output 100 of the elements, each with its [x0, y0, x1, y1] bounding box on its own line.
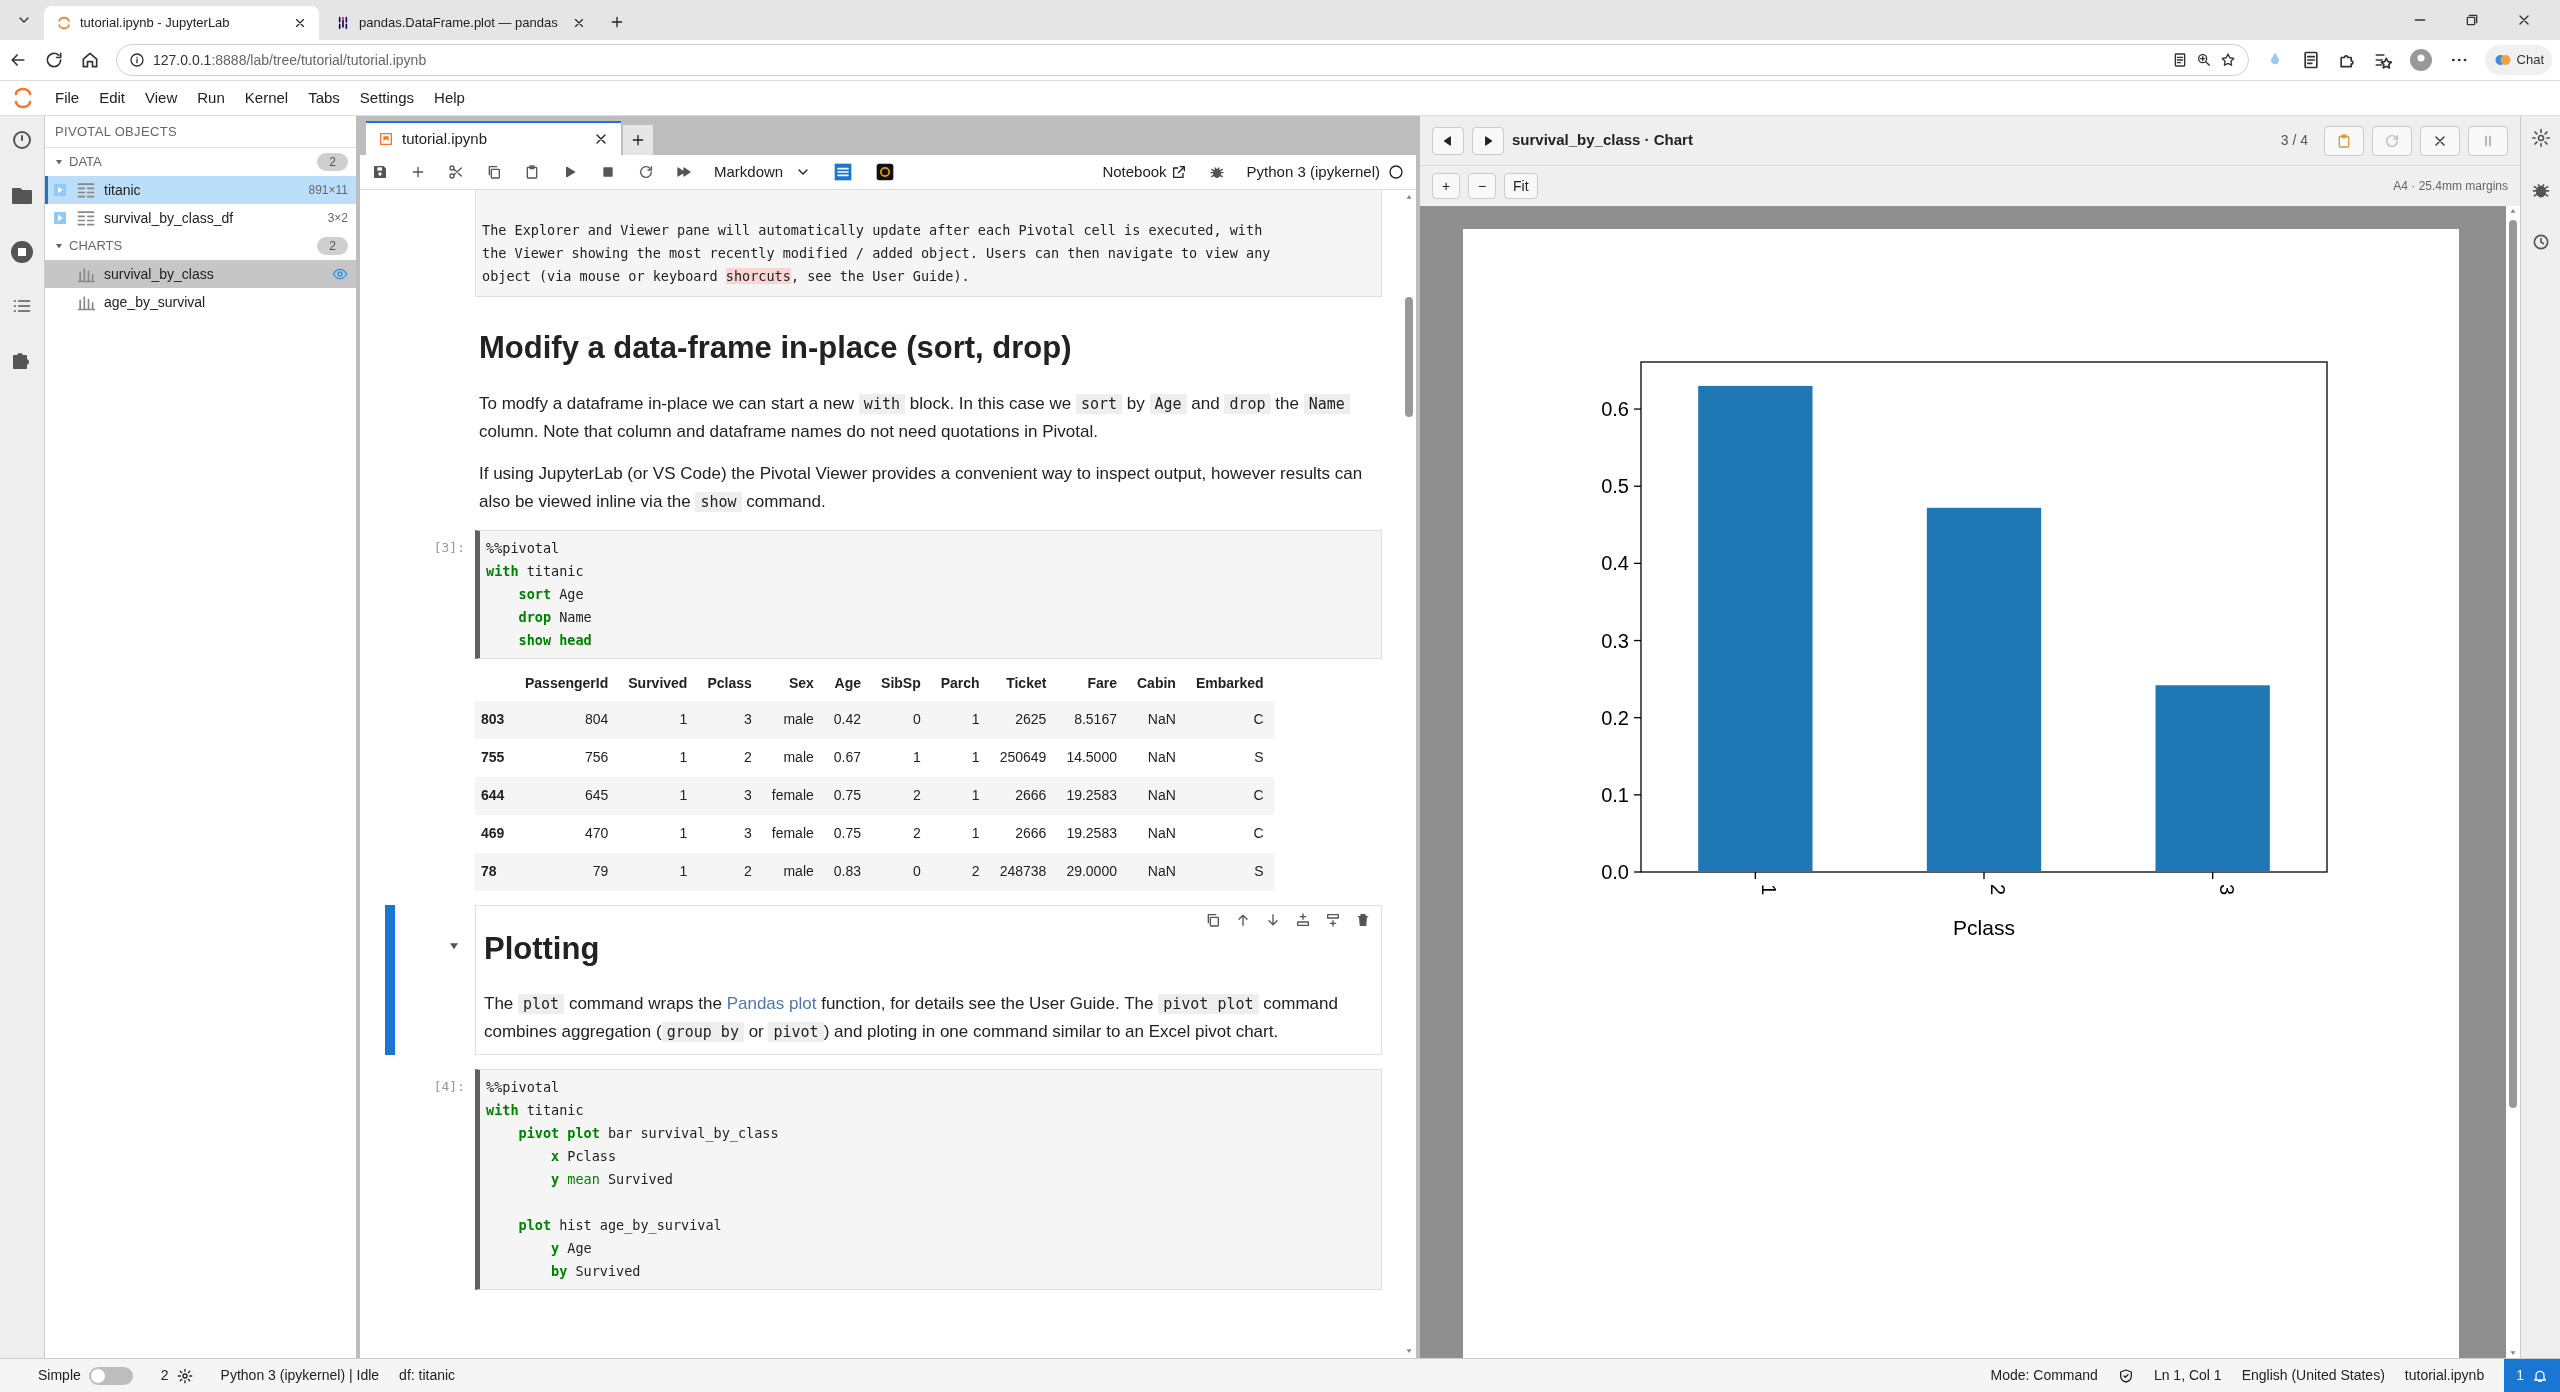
table-cell: 645 [515, 776, 619, 815]
column-header: Cabin [1136, 674, 1177, 693]
tick-label: 3 [2215, 884, 2238, 896]
table-cell: male [761, 700, 824, 739]
table-cell: 3 [697, 776, 762, 815]
table-cell: S [1185, 852, 1274, 891]
section-header[interactable]: CHARTS 2 [45, 232, 356, 260]
table-cell: 756 [515, 738, 619, 777]
browser-tab[interactable]: tutorial.ipynb - JupyterLab [44, 6, 319, 40]
menu-item[interactable]: Tabs [298, 81, 350, 115]
page-counter: 3 / 4 [2280, 131, 2308, 150]
table-cell: 804 [515, 700, 619, 739]
code-cell[interactable]: %%pivotal with titanic pivot plot bar survival_by_class x Pclass y mean Survived plot hist age_by_survival y Age by Survived [475, 1069, 1382, 1290]
zoom-button[interactable]: − [1468, 173, 1496, 199]
size-label: 3×2 [327, 210, 348, 227]
table-cell: 2666 [989, 776, 1057, 815]
code-cell[interactable]: %%pivotal with titanic sort Age drop Name show head [475, 529, 1382, 659]
column-header: Ticket [1005, 674, 1048, 693]
axis-label: Pclass [1953, 916, 2015, 939]
table-cell: 8.5167 [1056, 700, 1127, 739]
table-cell: 1 [871, 738, 931, 777]
table-cell: NaN [1127, 814, 1186, 853]
table-cell: 2666 [989, 814, 1057, 853]
table-cell: C [1185, 700, 1274, 739]
menu-item[interactable]: Help [424, 81, 475, 115]
tick-label: 1 [1758, 884, 1781, 896]
viewer-title: survival_by_class · Chart [1512, 130, 1693, 151]
row-index: 469 [475, 814, 515, 853]
table-cell: 2 [871, 814, 931, 853]
table-cell: NaN [1127, 738, 1186, 777]
kernel-status[interactable]: Python 3 (ipykernel) | Idle [220, 1365, 380, 1386]
panel-title: PIVOTAL OBJECTS [45, 116, 356, 148]
row-index: 755 [475, 738, 515, 777]
table-cell: 2 [871, 776, 931, 815]
table-cell: 14.5000 [1056, 738, 1127, 777]
object-item[interactable]: age_by_survival [45, 288, 356, 316]
object-item[interactable]: survival_by_class_df 3×2 [45, 204, 356, 232]
column-header: Embarked [1194, 674, 1265, 693]
table-cell: female [761, 814, 824, 853]
notebook-tab[interactable]: tutorial.ipynb [366, 121, 621, 155]
url-text: 127.0.0.1:8888/lab/tree/tutorial/tutorial.ipynb [153, 50, 427, 70]
table-cell: 1 [618, 814, 698, 853]
object-item[interactable]: survival_by_class [45, 260, 356, 288]
browser-tab[interactable]: pandas.DataFrame.plot — pandas [323, 6, 598, 40]
table-cell: 1 [930, 700, 990, 739]
cell-type-dropdown[interactable]: Markdown [714, 160, 812, 184]
cursor-position[interactable]: Ln 1, Col 1 [2153, 1365, 2222, 1386]
pandas-plot-link[interactable]: Pandas plot [726, 994, 817, 1013]
table-cell: 1 [930, 814, 990, 853]
column-header: Age [833, 674, 863, 693]
tab-title: pandas.DataFrame.plot — pandas [359, 14, 559, 33]
notification-button[interactable]: 1 [2504, 1359, 2560, 1392]
table-cell: 1 [618, 700, 698, 739]
table-cell: 2 [697, 738, 762, 777]
table-cell: 0 [871, 700, 931, 739]
column-header: Sex [787, 674, 815, 693]
zoom-button[interactable]: Fit [1504, 173, 1538, 199]
table-cell: NaN [1127, 852, 1186, 891]
notebook-button[interactable]: Notebook [1102, 160, 1187, 184]
table-cell: 0.75 [823, 776, 872, 815]
row-index: 803 [475, 700, 515, 739]
menu-item[interactable]: Settings [349, 81, 425, 115]
object-item[interactable]: titanic 891×11 [45, 176, 356, 204]
menu-item[interactable]: View [135, 81, 188, 115]
table-cell: 470 [515, 814, 619, 853]
table-cell: 1 [618, 852, 698, 891]
chat-button[interactable]: Chat [2484, 45, 2552, 75]
column-header: PassengerId [524, 674, 610, 693]
section-heading: Plotting [483, 929, 601, 968]
menu-item[interactable]: Kernel [234, 81, 299, 115]
table-cell: male [761, 738, 824, 777]
terminal-count[interactable]: 2 [160, 1365, 169, 1386]
section-header[interactable]: DATA 2 [45, 148, 356, 176]
table-cell: 2625 [989, 700, 1057, 739]
tick-label: 0.4 [1601, 552, 1629, 575]
menu-item[interactable]: Run [187, 81, 235, 115]
table-cell: C [1185, 814, 1274, 853]
paragraph: To modfy a dataframe in-place we can start a new with block. In this case we sort by Age and drop the Name column. Note that column and dataframe names do not need quotations in Pivotal. [475, 389, 1382, 446]
kernel-button[interactable]: Python 3 (ipykernel) [1246, 160, 1404, 184]
table-cell: 0.42 [823, 700, 872, 739]
column-header: SibSp [880, 674, 922, 693]
table-cell: 1 [618, 738, 698, 777]
table-cell: 29.0000 [1056, 852, 1127, 891]
table-cell: 1 [930, 738, 990, 777]
table-cell: 0.75 [823, 814, 872, 853]
table-cell: C [1185, 776, 1274, 815]
table-cell: 0 [871, 852, 931, 891]
table-cell: 0.67 [823, 738, 872, 777]
dataframe-status: df: titanic [399, 1366, 456, 1385]
tab-title: tutorial.ipynb - JupyterLab [80, 14, 231, 33]
cell-prompt: [3]: [433, 538, 465, 557]
paragraph: The plot command wraps the Pandas plot function, for details see the User Guide. The pivot plot command combines aggregation ( group by or pivot ) and ploting in one command similar to an Excel pivot chart. [483, 993, 1339, 1044]
zoom-button[interactable]: + [1432, 173, 1460, 199]
tick-label: 2 [1987, 884, 2009, 896]
column-header: Survived [627, 674, 689, 693]
cell-prompt: [4]: [433, 1078, 465, 1096]
table-cell: female [761, 776, 824, 815]
language-status[interactable]: English (United States) [2241, 1365, 2385, 1386]
menu-item[interactable]: Edit [89, 81, 136, 115]
menu-item[interactable]: File [45, 81, 90, 115]
